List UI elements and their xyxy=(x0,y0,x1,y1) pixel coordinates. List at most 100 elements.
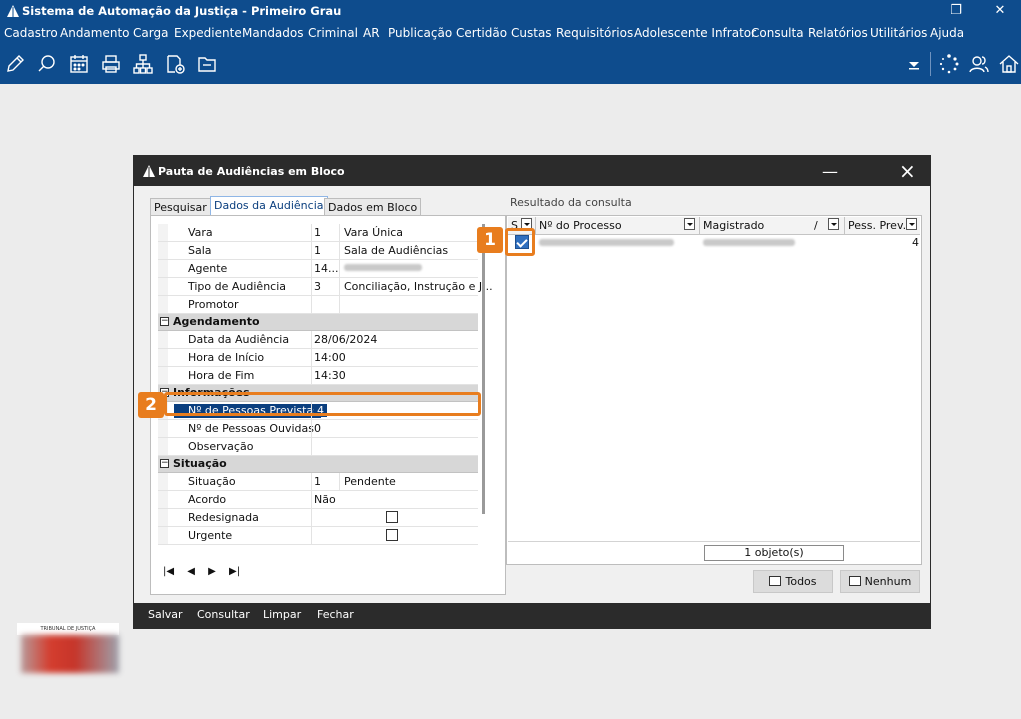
row-urgente[interactable]: Urgente xyxy=(158,527,478,545)
tab-dados-da-audiencia[interactable]: Dados da Audiência xyxy=(210,196,328,216)
tab-dados-em-bloco[interactable]: Dados em Bloco xyxy=(324,198,422,216)
org-chart-icon[interactable] xyxy=(132,53,154,75)
first-record-icon[interactable]: |◀ xyxy=(163,566,174,577)
row-observacao[interactable]: Observação xyxy=(158,438,478,456)
app-title: Sistema de Automação da Justiça - Primei… xyxy=(22,4,342,18)
row-hora-de-fim[interactable]: Hora de Fim 14:30 xyxy=(158,367,478,385)
row-situacao[interactable]: Situação 1 Pendente xyxy=(158,473,478,491)
row-sala[interactable]: Sala 1 Sala de Audiências xyxy=(158,242,478,260)
section-situacao[interactable]: − Situação xyxy=(158,456,478,473)
row-hora-de-inicio[interactable]: Hora de Início 14:00 xyxy=(158,349,478,367)
section-agendamento[interactable]: − Agendamento xyxy=(158,314,478,331)
tribunal-seal: TRIBUNAL DE JUSTIÇA xyxy=(17,623,119,673)
menu-requisitorios[interactable]: Requisitórios xyxy=(556,26,633,40)
redacted-agent xyxy=(344,264,422,271)
menu-ajuda[interactable]: Ajuda xyxy=(930,26,964,40)
menu-criminal[interactable]: Criminal xyxy=(308,26,358,40)
property-grid: Vara 1 Vara Única Sala 1 Sala de Audiências … xyxy=(158,224,493,545)
nenhum-button[interactable]: Nenhum xyxy=(840,570,920,593)
app-titlebar: Sistema de Automação da Justiça - Primei… xyxy=(0,0,1021,24)
salvar-button[interactable]: Salvar xyxy=(148,608,183,621)
menu-consulta[interactable]: Consulta xyxy=(751,26,804,40)
app-logo-icon xyxy=(7,5,19,17)
row-pessoas-ouvidas[interactable]: Nº de Pessoas Ouvidas 0 xyxy=(158,420,478,438)
menu-adolescente-infrator[interactable]: Adolescente Infrator xyxy=(634,26,756,40)
limpar-button[interactable]: Limpar xyxy=(263,608,301,621)
check-all-icon xyxy=(769,576,782,586)
dialog-logo-icon xyxy=(143,165,155,177)
result-grid: S Nº do Processo Magistrado / Pess. Prev… xyxy=(506,215,922,565)
dialog-footer: Salvar Consultar Limpar Fechar xyxy=(134,603,930,628)
menu-bar: Cadastro Andamento Carga Expediente Mand… xyxy=(0,24,1021,44)
row-promotor[interactable]: Promotor xyxy=(158,296,478,314)
collapse-icon: − xyxy=(160,316,169,326)
result-label: Resultado da consulta xyxy=(510,196,632,209)
callout-2-highlight xyxy=(164,392,481,416)
row-tipo-de-audiencia[interactable]: Tipo de Audiência 3 Conciliação, Instrução… xyxy=(158,278,493,296)
result-header: S Nº do Processo Magistrado / Pess. Prev… xyxy=(508,217,920,235)
search-document-icon[interactable] xyxy=(36,53,58,75)
callout-1: 1 xyxy=(477,227,503,253)
sort-icon[interactable]: / xyxy=(814,219,818,232)
callout-2: 2 xyxy=(138,392,164,418)
menu-relatorios[interactable]: Relatórios xyxy=(808,26,868,40)
col-pess-prev-dropdown-icon[interactable] xyxy=(906,218,917,230)
fechar-button[interactable]: Fechar xyxy=(317,608,354,621)
printer-icon[interactable] xyxy=(100,53,122,75)
menu-publicacao[interactable]: Publicação xyxy=(388,26,452,40)
folder-icon[interactable] xyxy=(196,53,218,75)
add-document-icon[interactable] xyxy=(164,53,186,75)
menu-expediente[interactable]: Expediente xyxy=(174,26,242,40)
row-pess-prev: 4 xyxy=(912,236,919,249)
uncheck-all-icon xyxy=(848,576,861,586)
redacted-magistrado xyxy=(703,239,795,246)
menu-mandados[interactable]: Mandados xyxy=(242,26,304,40)
row-vara[interactable]: Vara 1 Vara Única xyxy=(158,224,478,242)
callout-1-highlight xyxy=(505,228,535,256)
restore-button[interactable]: ❐ xyxy=(933,0,979,24)
prev-record-icon[interactable]: ◀ xyxy=(187,566,195,577)
row-redesignada[interactable]: Redesignada xyxy=(158,509,478,527)
menu-cadastro[interactable]: Cadastro xyxy=(4,26,58,40)
users-icon[interactable] xyxy=(968,53,990,75)
minimize-icon[interactable]: — xyxy=(822,162,838,181)
row-agente[interactable]: Agente 14... xyxy=(158,260,478,278)
dialog-titlebar: Pauta de Audiências em Bloco — × xyxy=(134,156,930,186)
col-processo-dropdown-icon[interactable] xyxy=(684,218,695,230)
menu-certidao[interactable]: Certidão xyxy=(456,26,507,40)
record-navigator: |◀ ◀ ▶ ▶| xyxy=(163,566,250,577)
menu-andamento[interactable]: Andamento xyxy=(60,26,130,40)
collapse-icon: − xyxy=(160,458,169,468)
col-processo[interactable]: Nº do Processo xyxy=(539,219,622,232)
menu-custas[interactable]: Custas xyxy=(511,26,552,40)
todos-button[interactable]: Todos xyxy=(753,570,833,593)
redesignada-checkbox[interactable] xyxy=(386,511,398,523)
close-icon[interactable]: × xyxy=(899,159,916,183)
row-data-da-audiencia[interactable]: Data da Audiência 28/06/2024 xyxy=(158,331,478,349)
urgente-checkbox[interactable] xyxy=(386,529,398,541)
toolbar xyxy=(0,44,1021,84)
dialog-title: Pauta de Audiências em Bloco xyxy=(158,165,345,178)
menu-carga[interactable]: Carga xyxy=(133,26,168,40)
menu-utilitarios[interactable]: Utilitários xyxy=(870,26,927,40)
result-row[interactable]: 4 xyxy=(508,235,920,251)
last-record-icon[interactable]: ▶| xyxy=(229,566,240,577)
consultar-button[interactable]: Consultar xyxy=(197,608,250,621)
col-magistrado-dropdown-icon[interactable] xyxy=(828,218,839,230)
vertical-scrollbar[interactable] xyxy=(482,224,485,514)
redacted-processo xyxy=(539,239,674,246)
next-record-icon[interactable]: ▶ xyxy=(208,566,216,577)
calendar-icon[interactable] xyxy=(68,53,90,75)
close-button[interactable]: ✕ xyxy=(977,0,1021,24)
tab-pesquisar[interactable]: Pesquisar xyxy=(150,198,211,216)
col-pess-prev[interactable]: Pess. Prev. xyxy=(848,219,906,232)
menu-ar[interactable]: AR xyxy=(363,26,380,40)
dropdown-arrow-icon[interactable] xyxy=(903,53,925,75)
toolbar-separator xyxy=(930,52,931,76)
col-magistrado[interactable]: Magistrado xyxy=(703,219,764,232)
result-count: 1 objeto(s) xyxy=(704,545,844,561)
home-icon[interactable] xyxy=(998,53,1020,75)
loading-spinner-icon[interactable] xyxy=(938,53,960,75)
row-acordo[interactable]: Acordo Não xyxy=(158,491,478,509)
edit-icon[interactable] xyxy=(4,53,26,75)
